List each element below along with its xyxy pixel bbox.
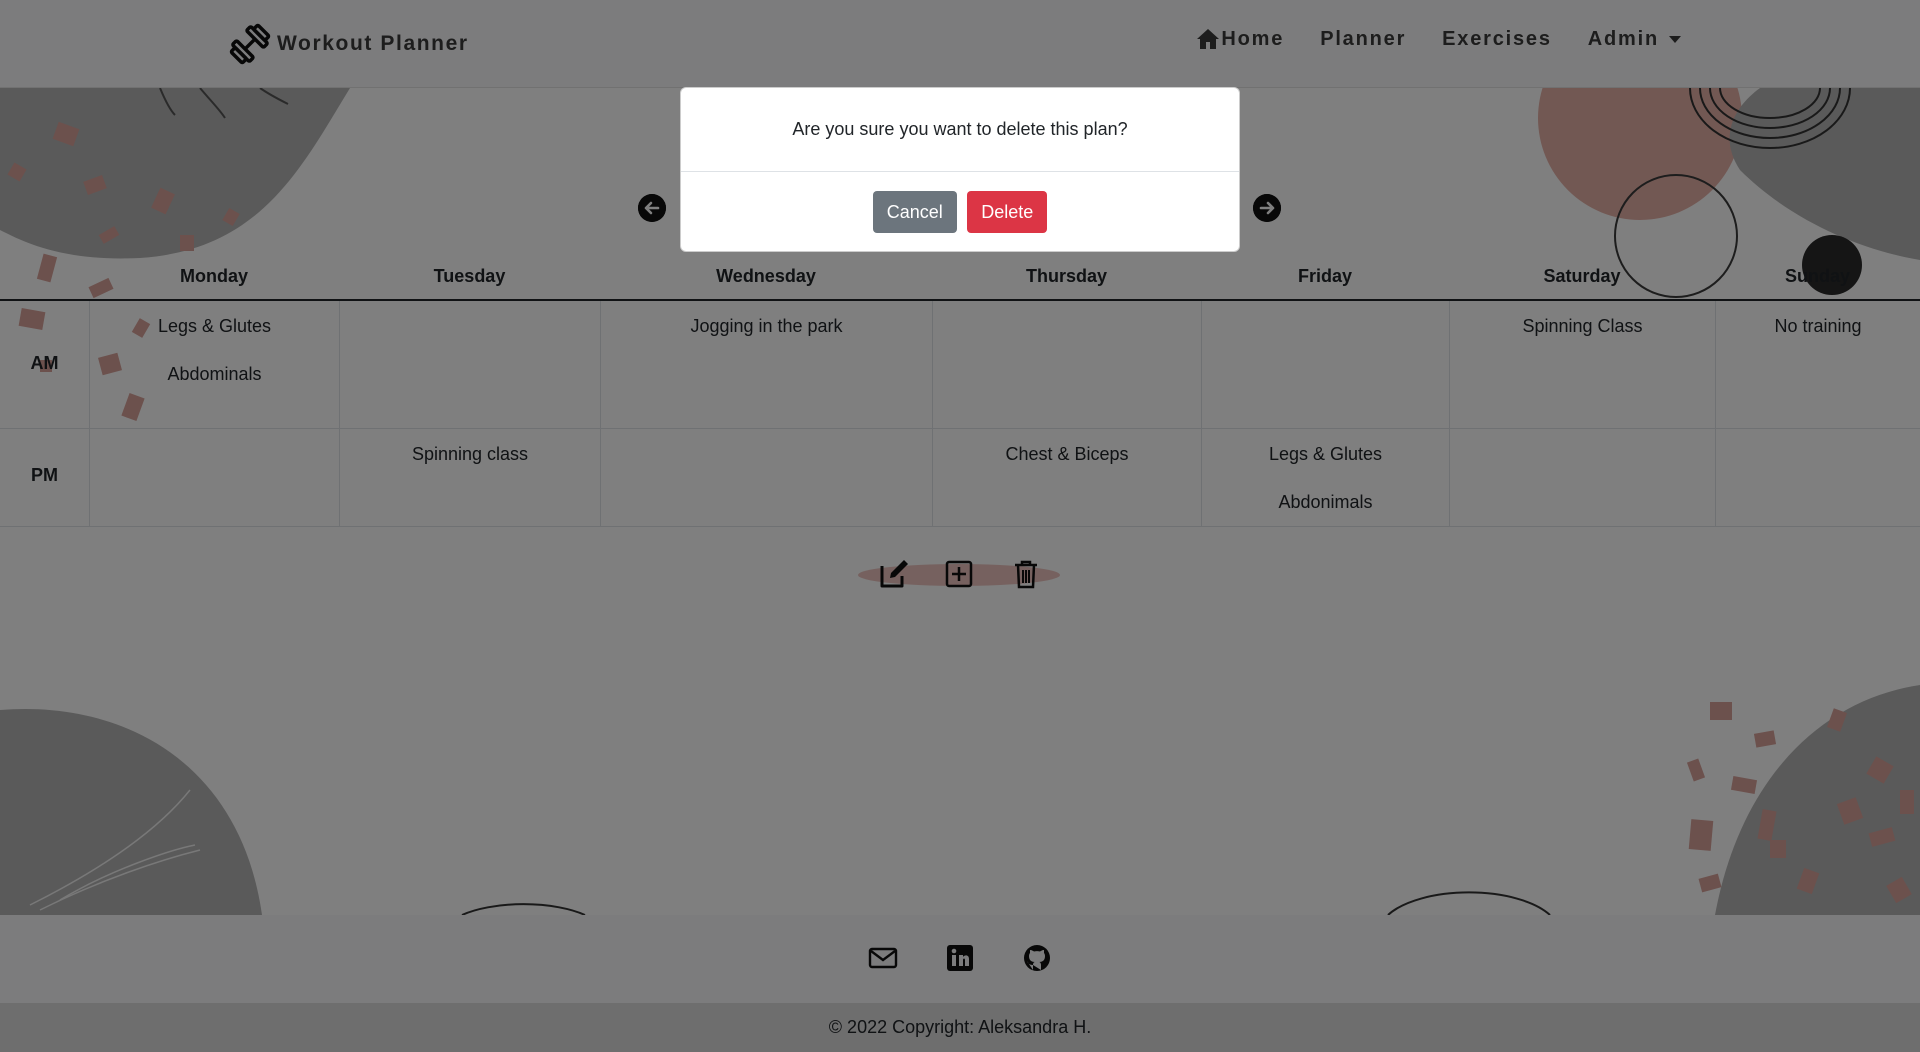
delete-confirm-modal: Are you sure you want to delete this pla… bbox=[680, 87, 1240, 252]
delete-button[interactable]: Delete bbox=[967, 191, 1048, 233]
modal-footer: Cancel Delete bbox=[681, 172, 1239, 233]
cancel-button[interactable]: Cancel bbox=[872, 191, 957, 233]
modal-message: Are you sure you want to delete this pla… bbox=[792, 119, 1128, 139]
modal-body: Are you sure you want to delete this pla… bbox=[681, 88, 1239, 172]
